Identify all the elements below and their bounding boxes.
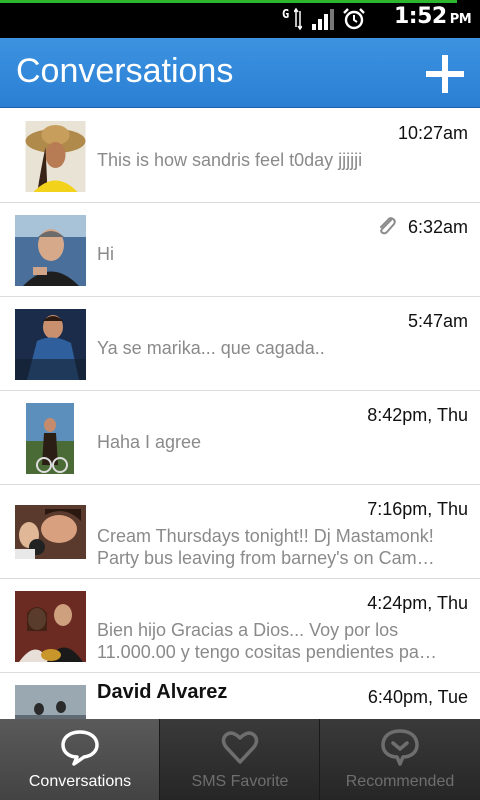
message-time: 5:47am bbox=[407, 311, 468, 331]
message-preview-line: Bien hijo Gracias a Dios... Voy por los bbox=[97, 620, 399, 640]
conversation-row[interactable]: 6:32am Hi bbox=[0, 203, 480, 297]
recommend-bubble-icon bbox=[381, 729, 419, 766]
message-time: 10:27am bbox=[397, 123, 468, 143]
message-preview-line: Cream Thursdays tonight!! Dj Mastamonk! bbox=[97, 526, 434, 546]
conversation-row[interactable]: 7:16pm, Thu Cream Thursdays tonight!! Dj… bbox=[0, 485, 480, 579]
message-preview: Hi bbox=[97, 243, 469, 265]
tab-label: SMS Favorite bbox=[191, 773, 289, 790]
message-preview: Haha I agree bbox=[97, 431, 469, 453]
alarm-icon bbox=[343, 8, 365, 30]
clock-ampm: PM bbox=[449, 12, 472, 27]
message-preview: Bien hijo Gracias a Dios... Voy por los … bbox=[97, 619, 469, 663]
tab-recommended[interactable]: Recommended bbox=[320, 719, 480, 800]
message-preview-line: Haha I agree bbox=[97, 432, 202, 452]
message-time: 4:24pm, Thu bbox=[367, 593, 468, 613]
status-bar: G 1:52 PM bbox=[0, 0, 480, 38]
contact-name: David Alvarez bbox=[97, 681, 228, 703]
message-preview-line: Hi bbox=[97, 244, 114, 264]
avatar bbox=[15, 591, 86, 662]
message-preview-line: Party bus leaving from barney's on Cam… bbox=[97, 548, 435, 568]
avatar bbox=[25, 121, 86, 192]
tab-conversations[interactable]: Conversations bbox=[0, 719, 160, 800]
message-preview: Ya se marika... que cagada.. bbox=[97, 337, 469, 359]
message-preview: This is how sandris feel t0day jjjjji bbox=[97, 149, 469, 171]
message-preview: Cream Thursdays tonight!! Dj Mastamonk! … bbox=[97, 525, 469, 569]
message-preview-line: 11.000.00 y tengo cositas pendientes pa… bbox=[97, 642, 437, 662]
page-title: Conversations bbox=[16, 52, 234, 90]
avatar bbox=[15, 505, 86, 559]
battery-level-line bbox=[0, 0, 457, 3]
avatar bbox=[15, 309, 86, 380]
new-conversation-button[interactable] bbox=[424, 53, 466, 95]
avatar bbox=[15, 215, 86, 286]
conversation-row[interactable]: 10:27am This is how sandris feel t0day j… bbox=[0, 109, 480, 203]
status-icons: G bbox=[282, 6, 366, 32]
tab-label: Recommended bbox=[345, 773, 455, 790]
message-time: 6:40pm, Tue bbox=[367, 687, 468, 707]
paperclip-icon bbox=[380, 217, 396, 235]
clock-time: 1:52 bbox=[394, 4, 447, 29]
data-arrows-icon bbox=[294, 7, 302, 31]
message-time: 7:16pm, Thu bbox=[367, 499, 468, 519]
network-label: G bbox=[282, 7, 290, 21]
tab-sms-favorite[interactable]: SMS Favorite bbox=[160, 719, 320, 800]
conversation-list[interactable]: 10:27am This is how sandris feel t0day j… bbox=[0, 109, 480, 719]
avatar bbox=[26, 403, 74, 474]
conversation-row[interactable]: 5:47am Ya se marika... que cagada.. bbox=[0, 297, 480, 391]
conversation-row[interactable]: 8:42pm, Thu Haha I agree bbox=[0, 391, 480, 485]
speech-bubble-icon bbox=[61, 730, 99, 766]
message-preview-line: This is how sandris feel t0day jjjjji bbox=[97, 150, 363, 170]
tab-label: Conversations bbox=[28, 773, 132, 790]
avatar bbox=[15, 685, 86, 719]
network-type-icon: G bbox=[282, 7, 304, 31]
conversation-row[interactable]: 4:24pm, Thu Bien hijo Gracias a Dios... … bbox=[0, 579, 480, 673]
message-preview-line: Ya se marika... que cagada.. bbox=[97, 338, 325, 358]
message-time: 8:42pm, Thu bbox=[367, 405, 468, 425]
message-time: 6:32am bbox=[407, 217, 468, 237]
signal-bars-icon bbox=[312, 8, 334, 30]
heart-icon bbox=[221, 731, 259, 764]
conversation-row[interactable]: David Alvarez 6:40pm, Tue bbox=[0, 673, 480, 719]
bottom-tab-bar: Conversations SMS Favorite Recommended bbox=[0, 719, 480, 800]
app-header: Conversations bbox=[0, 38, 480, 108]
status-clock: 1:52 PM bbox=[394, 4, 472, 29]
